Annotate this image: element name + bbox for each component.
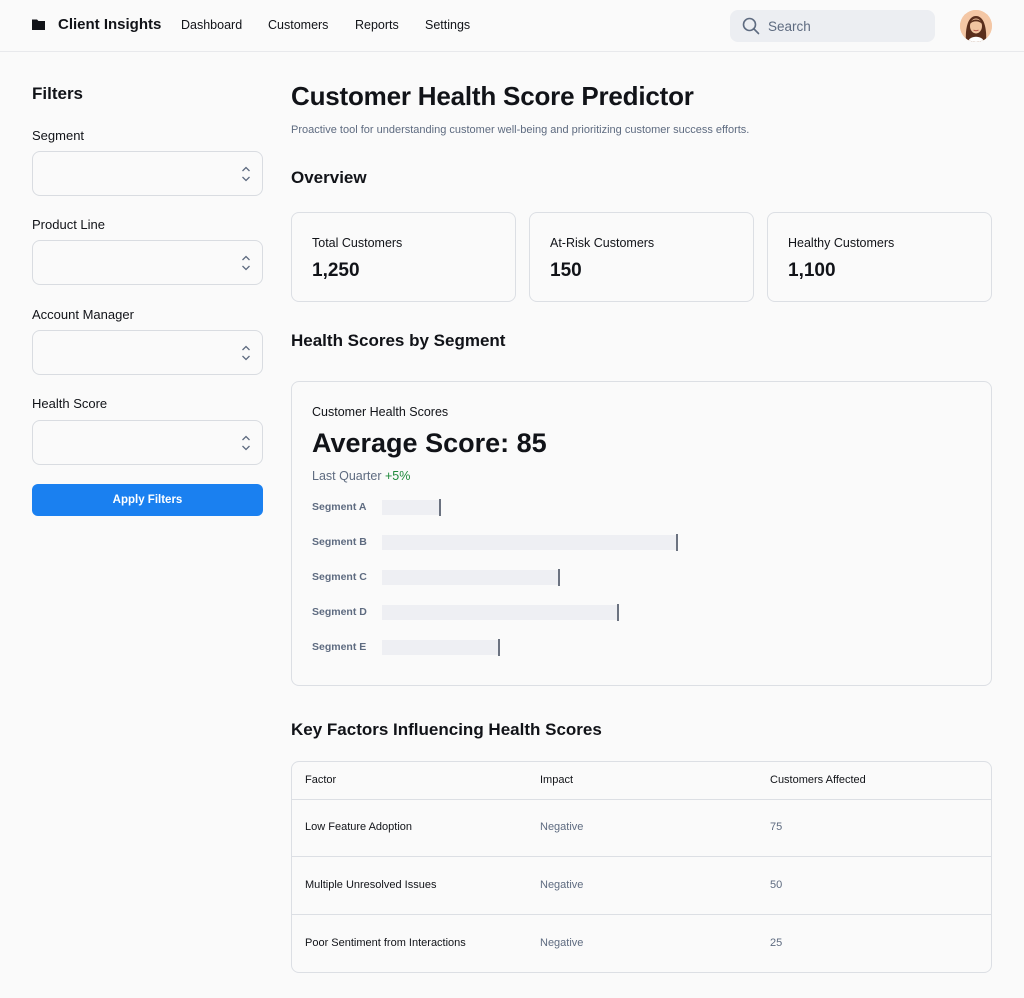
segment-select[interactable] <box>32 151 263 196</box>
bar-label: Segment B <box>312 536 367 548</box>
page-title: Customer Health Score Predictor <box>291 81 694 111</box>
table-row[interactable]: Low Feature Adoption Negative 75 <box>292 799 991 857</box>
bar-label: Segment A <box>312 501 367 513</box>
health-scores-panel: Customer Health Scores Average Score: 85… <box>291 381 992 686</box>
nav-customers[interactable]: Customers <box>268 18 328 32</box>
column-header-impact: Impact <box>540 774 574 786</box>
period-label: Last Quarter <box>312 469 382 483</box>
nav-dashboard[interactable]: Dashboard <box>181 18 242 32</box>
account-manager-select[interactable] <box>32 330 263 375</box>
brand-name[interactable]: Client Insights <box>58 16 161 33</box>
page-subtitle: Proactive tool for understanding custome… <box>291 124 750 136</box>
table-row[interactable]: Poor Sentiment from Interactions Negativ… <box>292 915 991 972</box>
table-row[interactable]: Multiple Unresolved Issues Negative 50 <box>292 857 991 915</box>
factor-cell: Poor Sentiment from Interactions <box>305 937 466 949</box>
total-customers-card: Total Customers 1,250 <box>291 212 516 302</box>
product-line-select[interactable] <box>32 240 263 285</box>
column-header-factor: Factor <box>305 774 337 786</box>
bar-marker <box>439 499 441 516</box>
folder-icon <box>32 19 45 30</box>
card-label: At-Risk Customers <box>550 236 655 250</box>
factors-table: Factor Impact Customers Affected Low Fea… <box>291 761 992 973</box>
nav-settings[interactable]: Settings <box>425 18 470 32</box>
bar <box>382 639 500 656</box>
bar-label: Segment D <box>312 606 367 618</box>
at-risk-customers-card: At-Risk Customers 150 <box>529 212 754 302</box>
card-label: Total Customers <box>312 236 403 250</box>
chevron-up-down-icon <box>242 345 250 361</box>
card-value: 1,100 <box>788 260 836 281</box>
health-score-label: Health Score <box>32 396 108 411</box>
avatar[interactable] <box>960 10 992 42</box>
account-manager-label: Account Manager <box>32 307 134 322</box>
healthy-customers-card: Healthy Customers 1,100 <box>767 212 992 302</box>
apply-filters-button[interactable]: Apply Filters <box>32 484 263 516</box>
impact-cell: Negative <box>540 821 584 833</box>
chevron-up-down-icon <box>242 255 250 271</box>
user-avatar-icon <box>960 10 992 42</box>
bar-marker <box>558 569 560 586</box>
column-header-customers-affected: Customers Affected <box>770 774 866 786</box>
product-line-label: Product Line <box>32 217 105 232</box>
bar <box>382 569 560 586</box>
segment-label: Segment <box>32 128 85 143</box>
impact-cell: Negative <box>540 937 584 949</box>
filters-title: Filters <box>32 84 84 103</box>
chevron-up-down-icon <box>242 166 250 182</box>
change-value: +5% <box>384 469 411 483</box>
bar-marker <box>498 639 500 656</box>
bar <box>382 604 619 621</box>
card-value: 1,250 <box>312 260 360 281</box>
search-box[interactable] <box>730 10 935 42</box>
bar <box>382 534 678 551</box>
factor-cell: Low Feature Adoption <box>305 821 413 833</box>
period-line: Last Quarter +5% <box>312 469 410 483</box>
bar-marker <box>617 604 619 621</box>
nav-reports[interactable]: Reports <box>355 18 399 32</box>
factor-cell: Multiple Unresolved Issues <box>305 879 437 891</box>
average-score: Average Score: 85 <box>312 428 547 458</box>
customers-affected-cell: 25 <box>770 937 783 949</box>
panel-title: Customer Health Scores <box>312 405 449 419</box>
factors-heading: Key Factors Influencing Health Scores <box>291 720 602 739</box>
overview-heading: Overview <box>291 168 367 187</box>
top-bar: Client Insights Dashboard Customers Repo… <box>0 0 1024 52</box>
bar-label: Segment C <box>312 571 367 583</box>
customers-affected-cell: 50 <box>770 879 783 891</box>
search-input[interactable] <box>768 10 928 42</box>
bar-marker <box>676 534 678 551</box>
card-label: Healthy Customers <box>788 236 895 250</box>
search-icon <box>742 17 760 35</box>
chevron-up-down-icon <box>242 435 250 451</box>
card-value: 150 <box>550 260 582 281</box>
segment-heading: Health Scores by Segment <box>291 331 506 350</box>
impact-cell: Negative <box>540 879 584 891</box>
health-score-select[interactable] <box>32 420 263 465</box>
bar-label: Segment E <box>312 641 367 653</box>
customers-affected-cell: 75 <box>770 821 783 833</box>
bar <box>382 499 441 516</box>
